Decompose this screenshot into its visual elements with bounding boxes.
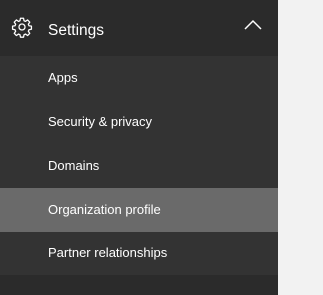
sidebar-item-organization-profile[interactable]: Organization profile [0, 188, 278, 232]
sidebar-item-label: Organization profile [48, 202, 161, 217]
sidebar-item-label: Apps [48, 70, 78, 85]
settings-section-title: Settings [48, 22, 105, 39]
gear-icon [11, 17, 33, 38]
left-navigation: Settings Apps Security & privacy Domains… [0, 0, 278, 295]
sidebar-item-label: Domains [48, 158, 100, 173]
sidebar-item-apps[interactable]: Apps [0, 56, 278, 100]
next-section-header[interactable] [0, 275, 278, 295]
settings-submenu: Apps Security & privacy Domains Organiza… [0, 56, 278, 275]
sidebar-item-domains[interactable]: Domains [0, 144, 278, 188]
sidebar-item-partner-relationships[interactable]: Partner relationships [0, 231, 278, 275]
sidebar-item-label: Security & privacy [48, 114, 153, 129]
sidebar-item-security-privacy[interactable]: Security & privacy [0, 100, 278, 144]
sidebar-item-label: Partner relationships [48, 245, 168, 260]
settings-section-header[interactable]: Settings [0, 0, 278, 56]
content-area [278, 0, 323, 295]
chevron-up-icon[interactable] [244, 18, 262, 32]
